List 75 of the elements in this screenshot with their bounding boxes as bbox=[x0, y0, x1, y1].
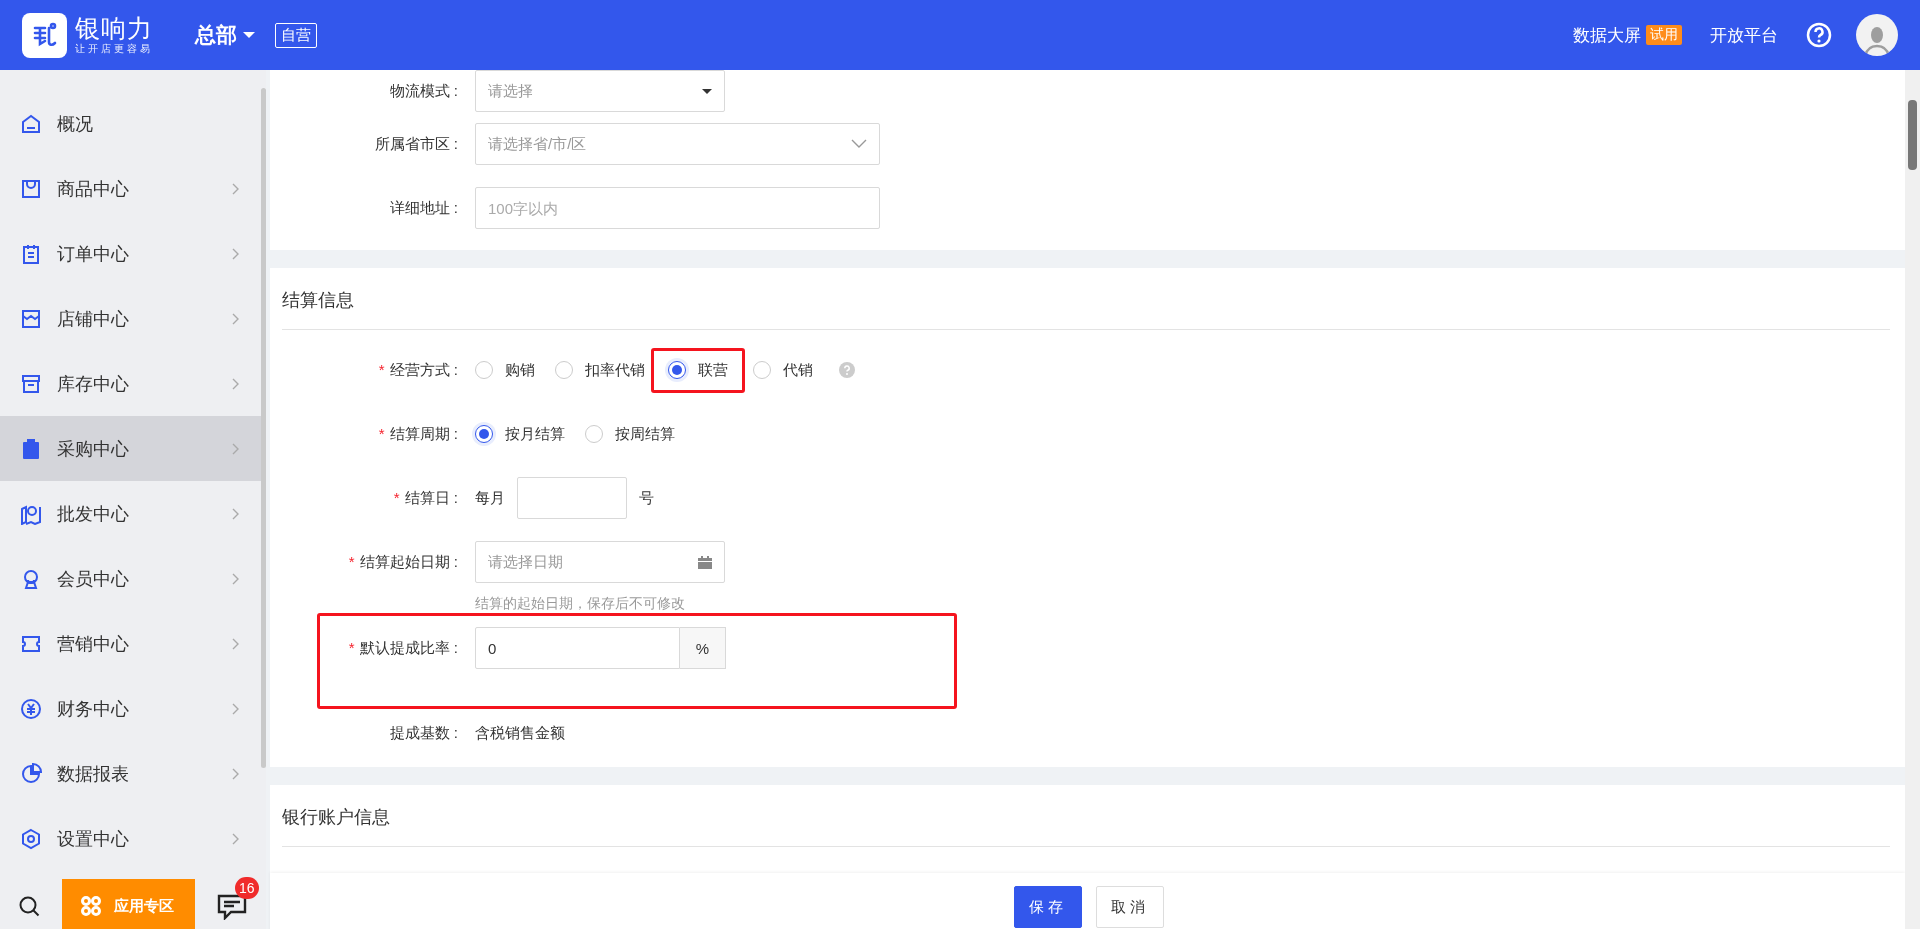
box-icon bbox=[20, 372, 42, 395]
radio-option[interactable]: 扣率代销 bbox=[555, 352, 645, 388]
brand-slogan: 让开店更容易 bbox=[75, 42, 153, 56]
section-title: 结算信息 bbox=[282, 268, 1890, 330]
primary-button[interactable]: 保存 bbox=[1014, 886, 1082, 928]
field-label-text: 物流模式 : bbox=[389, 81, 458, 99]
required-asterisk: * bbox=[378, 360, 385, 378]
sidebar-item[interactable]: 库存中心 bbox=[0, 351, 262, 416]
help-icon bbox=[1806, 22, 1832, 48]
clipboard-icon bbox=[20, 437, 42, 460]
scrollbar-thumb[interactable] bbox=[1908, 100, 1917, 170]
trial-badge: 试用 bbox=[1646, 25, 1682, 45]
messages-button[interactable] bbox=[217, 892, 247, 920]
sidebar-item[interactable]: 设置中心 bbox=[0, 806, 262, 871]
brand-name: 银响力 bbox=[75, 14, 153, 42]
bag-icon bbox=[20, 177, 42, 200]
section-title: 银行账户信息 bbox=[282, 785, 1890, 847]
yuan-icon bbox=[20, 697, 42, 720]
field-value: 含税销售金额 bbox=[475, 723, 565, 743]
field-label-text: 所属省市区 : bbox=[374, 134, 458, 152]
sidebar-item[interactable]: 数据报表 bbox=[0, 741, 262, 806]
clipboard-icon bbox=[20, 242, 42, 265]
message-count-badge: 16 bbox=[235, 877, 259, 899]
scrollbar-thumb[interactable] bbox=[261, 88, 266, 768]
sidebar-item[interactable]: 营销中心 bbox=[0, 611, 262, 676]
radio-button[interactable] bbox=[668, 361, 686, 379]
input-field[interactable]: 0 bbox=[475, 627, 680, 669]
required-asterisk: * bbox=[348, 639, 355, 656]
search-icon[interactable] bbox=[18, 895, 40, 917]
field-label-text: 结算日 : bbox=[404, 488, 458, 506]
sidebar-item[interactable]: 采购中心 bbox=[0, 416, 262, 481]
input-field[interactable]: 100字以内 bbox=[475, 187, 880, 229]
suffix-text: 号 bbox=[639, 488, 654, 508]
secondary-button[interactable]: 取消 bbox=[1096, 886, 1164, 928]
logo-icon bbox=[22, 12, 67, 58]
radio-option[interactable]: 按月结算 bbox=[475, 416, 565, 452]
calendar-icon bbox=[698, 555, 712, 569]
input-field[interactable] bbox=[517, 477, 627, 519]
field-label-text: 默认提成比率 : bbox=[359, 639, 458, 656]
hint-text: 结算的起始日期，保存后不可修改 bbox=[475, 595, 686, 613]
sidebar-item[interactable]: 财务中心 bbox=[0, 676, 262, 741]
required-asterisk: * bbox=[393, 488, 400, 506]
radio-option[interactable]: 代销 bbox=[753, 352, 813, 388]
hexagon-icon bbox=[20, 827, 42, 850]
radio-button[interactable] bbox=[475, 425, 493, 443]
chevron-down-icon bbox=[851, 139, 867, 149]
sidebar-item[interactable]: 会员中心 bbox=[0, 546, 262, 611]
prefix-text: 每月 bbox=[475, 488, 505, 508]
sidebar-item[interactable]: 店铺中心 bbox=[0, 286, 262, 351]
home-icon bbox=[20, 112, 42, 135]
nav-link[interactable]: 数据大屏 试用 bbox=[1573, 23, 1682, 47]
caret-icon bbox=[702, 88, 712, 94]
radio-option[interactable]: 联营 bbox=[668, 352, 728, 388]
store-icon bbox=[20, 307, 42, 330]
radio-option[interactable]: 购销 bbox=[475, 352, 535, 388]
sidebar-item[interactable]: 订单中心 bbox=[0, 221, 262, 286]
caret-icon bbox=[243, 32, 255, 38]
required-asterisk: * bbox=[378, 424, 385, 442]
radio-option[interactable]: 按周结算 bbox=[585, 416, 675, 452]
unit-addon: % bbox=[680, 627, 726, 669]
required-asterisk: * bbox=[348, 553, 355, 570]
field-label-text: 提成基数 : bbox=[389, 723, 458, 741]
field-label-text: 结算周期 : bbox=[389, 424, 458, 442]
sidebar-item[interactable]: 概况 bbox=[0, 91, 262, 156]
sidebar-item[interactable]: 商品中心 bbox=[0, 156, 262, 221]
store-type-tag: 自营 bbox=[275, 22, 317, 48]
nav-link[interactable]: 开放平台 bbox=[1710, 23, 1778, 47]
field-label-text: 结算起始日期 : bbox=[359, 553, 458, 570]
four-petal-icon bbox=[80, 895, 102, 917]
avatar[interactable] bbox=[1856, 14, 1898, 56]
field-label-text: 详细地址 : bbox=[389, 198, 458, 216]
pie-chart-icon bbox=[20, 762, 42, 785]
field-label-text: 经营方式 : bbox=[389, 360, 458, 378]
sidebar-item[interactable]: 批发中心 bbox=[0, 481, 262, 546]
org-switcher[interactable]: 总部 bbox=[195, 21, 255, 49]
